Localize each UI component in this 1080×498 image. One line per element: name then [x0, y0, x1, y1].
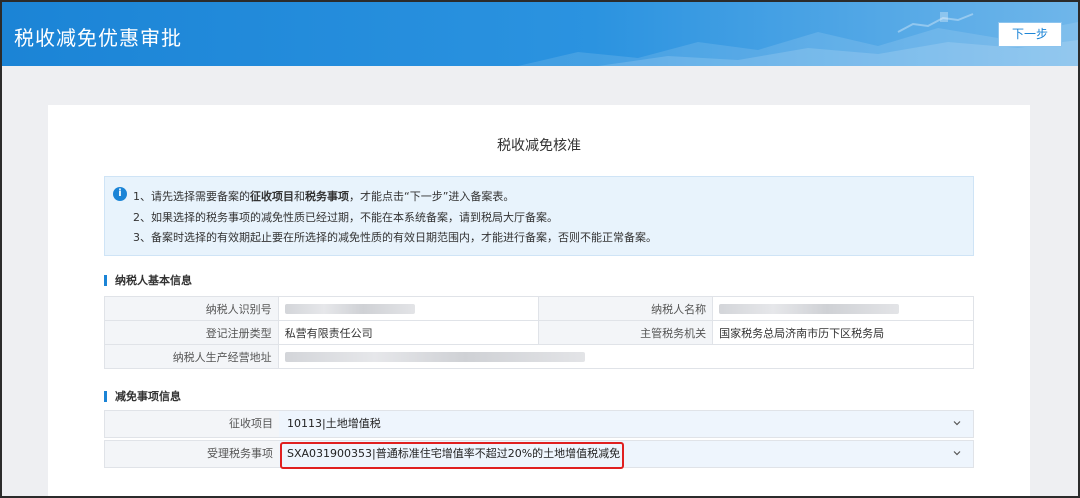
taxpayer-id-label: 纳税人识别号 — [104, 296, 279, 321]
section-title-taxpayer: 纳税人基本信息 — [104, 275, 192, 286]
tax-authority-value: 国家税务总局济南市历下区税务局 — [712, 320, 974, 345]
reg-type-label: 登记注册类型 — [104, 320, 279, 345]
notice-line-3: 3、备案时选择的有效期起止要在所选择的减免性质的有效日期范围内，才能进行备案，否… — [133, 231, 657, 244]
notice-emphasis-matter: 税务事项 — [305, 190, 349, 203]
chevron-down-icon — [953, 451, 961, 456]
table-row: 纳税人生产经营地址 — [104, 344, 975, 369]
reg-type-value: 私营有限责任公司 — [277, 320, 540, 345]
levy-item-select[interactable]: 10113|土地增值税 — [279, 411, 973, 437]
notice-line-1-part: ，才能点击“下一步”进入备案表。 — [349, 190, 515, 203]
great-wall-decoration — [518, 12, 1078, 66]
table-row: 纳税人识别号 纳税人名称 — [104, 296, 974, 321]
levy-item-value: 10113|土地增值税 — [287, 417, 381, 430]
levy-item-label: 征收项目 — [105, 411, 279, 437]
tax-matter-label: 受理税务事项 — [105, 441, 279, 467]
section-title-relief: 减免事项信息 — [104, 391, 181, 402]
chevron-down-icon — [953, 421, 961, 426]
highlight-annotation — [280, 442, 624, 469]
next-step-button[interactable]: 下一步 — [998, 22, 1062, 47]
notice-line-1-part: 和 — [294, 190, 305, 203]
taxpayer-info-table: 纳税人识别号 纳税人名称 登记注册类型 私营有限责任公司 主管税务机关 国家税务… — [104, 296, 975, 369]
address-value — [277, 344, 975, 369]
taxpayer-name-value — [712, 296, 974, 321]
card-title: 税收减免核准 — [497, 138, 581, 154]
address-label: 纳税人生产经营地址 — [104, 344, 279, 369]
redacted-value — [284, 304, 415, 314]
notice-line-2: 2、如果选择的税务事项的减免性质已经过期，不能在本系统备案，请到税局大厅备案。 — [133, 211, 558, 224]
redacted-value — [719, 304, 900, 314]
notice-box: i 1、请先选择需要备案的征收项目和税务事项，才能点击“下一步”进入备案表。 2… — [104, 176, 974, 256]
notice-line-1: 1、请先选择需要备案的征收项目和税务事项，才能点击“下一步”进入备案表。 — [133, 188, 514, 204]
taxpayer-id-value — [277, 296, 540, 321]
tax-authority-label: 主管税务机关 — [538, 320, 714, 345]
notice-line-1-part: 1、请先选择需要备案的 — [133, 190, 250, 203]
content-card: 税收减免核准 i 1、请先选择需要备案的征收项目和税务事项，才能点击“下一步”进… — [48, 105, 1030, 496]
info-icon: i — [113, 187, 127, 201]
page-title: 税收减免优惠审批 — [14, 26, 182, 50]
table-row: 登记注册类型 私营有限责任公司 主管税务机关 国家税务总局济南市历下区税务局 — [104, 320, 974, 345]
levy-item-row: 征收项目 10113|土地增值税 — [104, 410, 974, 438]
notice-emphasis-levy: 征收项目 — [250, 190, 294, 203]
header-bar: 税收减免优惠审批 下一步 — [2, 2, 1078, 66]
redacted-value — [284, 352, 585, 362]
window-frame: 税收减免优惠审批 下一步 税收减免核准 i 1、请先选择需要备案的征收项目和税务… — [0, 0, 1080, 498]
taxpayer-name-label: 纳税人名称 — [538, 296, 714, 321]
